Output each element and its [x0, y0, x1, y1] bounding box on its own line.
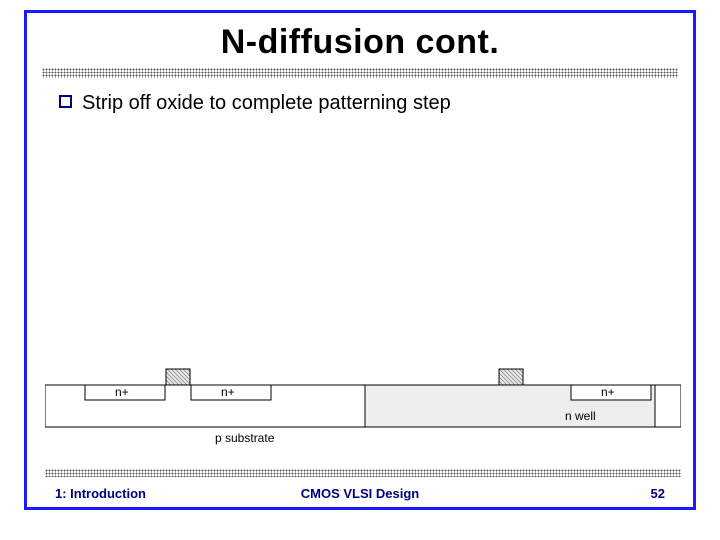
slide-title: N-diffusion cont. [27, 23, 693, 62]
nplus-label-2: n+ [221, 385, 235, 399]
footer-left: 1: Introduction [55, 486, 146, 501]
nplus-label-3: n+ [601, 385, 615, 399]
cross-section-diagram: n+ n+ n+ n well p substrate [45, 347, 681, 457]
slide-footer: 1: Introduction CMOS VLSI Design 52 [27, 486, 693, 501]
footer-page-number: 52 [651, 486, 665, 501]
footer-divider [45, 469, 681, 477]
title-divider [42, 68, 678, 78]
psubstrate-label: p substrate [215, 431, 275, 445]
nwell-label: n well [565, 409, 596, 423]
bullet-row: Strip off oxide to complete patterning s… [59, 92, 693, 115]
bullet-marker-icon [59, 95, 72, 108]
nplus-label-1: n+ [115, 385, 129, 399]
bullet-text: Strip off oxide to complete patterning s… [82, 92, 451, 115]
slide-frame: N-diffusion cont. Strip off oxide to com… [24, 10, 696, 510]
